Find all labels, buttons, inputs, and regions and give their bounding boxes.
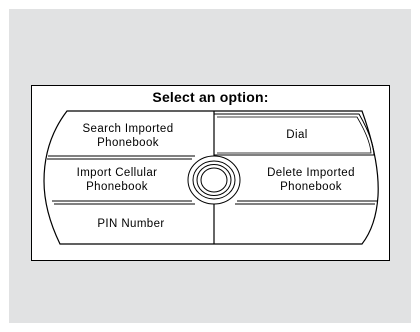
option-pin-number-label: PIN Number bbox=[97, 218, 165, 230]
interface-dial-icon[interactable] bbox=[187, 155, 241, 205]
display-screen: Select an option: Search Imported Phoneb… bbox=[31, 85, 390, 261]
option-pin-number[interactable]: PIN Number bbox=[56, 208, 206, 240]
option-search-imported-phonebook[interactable]: Search Imported Phonebook bbox=[50, 118, 206, 154]
option-delete-imported-phonebook-label: Delete Imported Phonebook bbox=[267, 167, 355, 193]
option-search-imported-phonebook-label: Search Imported Phonebook bbox=[82, 123, 174, 149]
option-delete-imported-phonebook[interactable]: Delete Imported Phonebook bbox=[242, 162, 380, 198]
option-import-cellular-phonebook-label: Import Cellular Phonebook bbox=[76, 167, 158, 193]
option-import-cellular-phonebook[interactable]: Import Cellular Phonebook bbox=[48, 162, 186, 198]
option-dial[interactable]: Dial bbox=[222, 116, 372, 154]
option-dial-label: Dial bbox=[286, 129, 308, 141]
